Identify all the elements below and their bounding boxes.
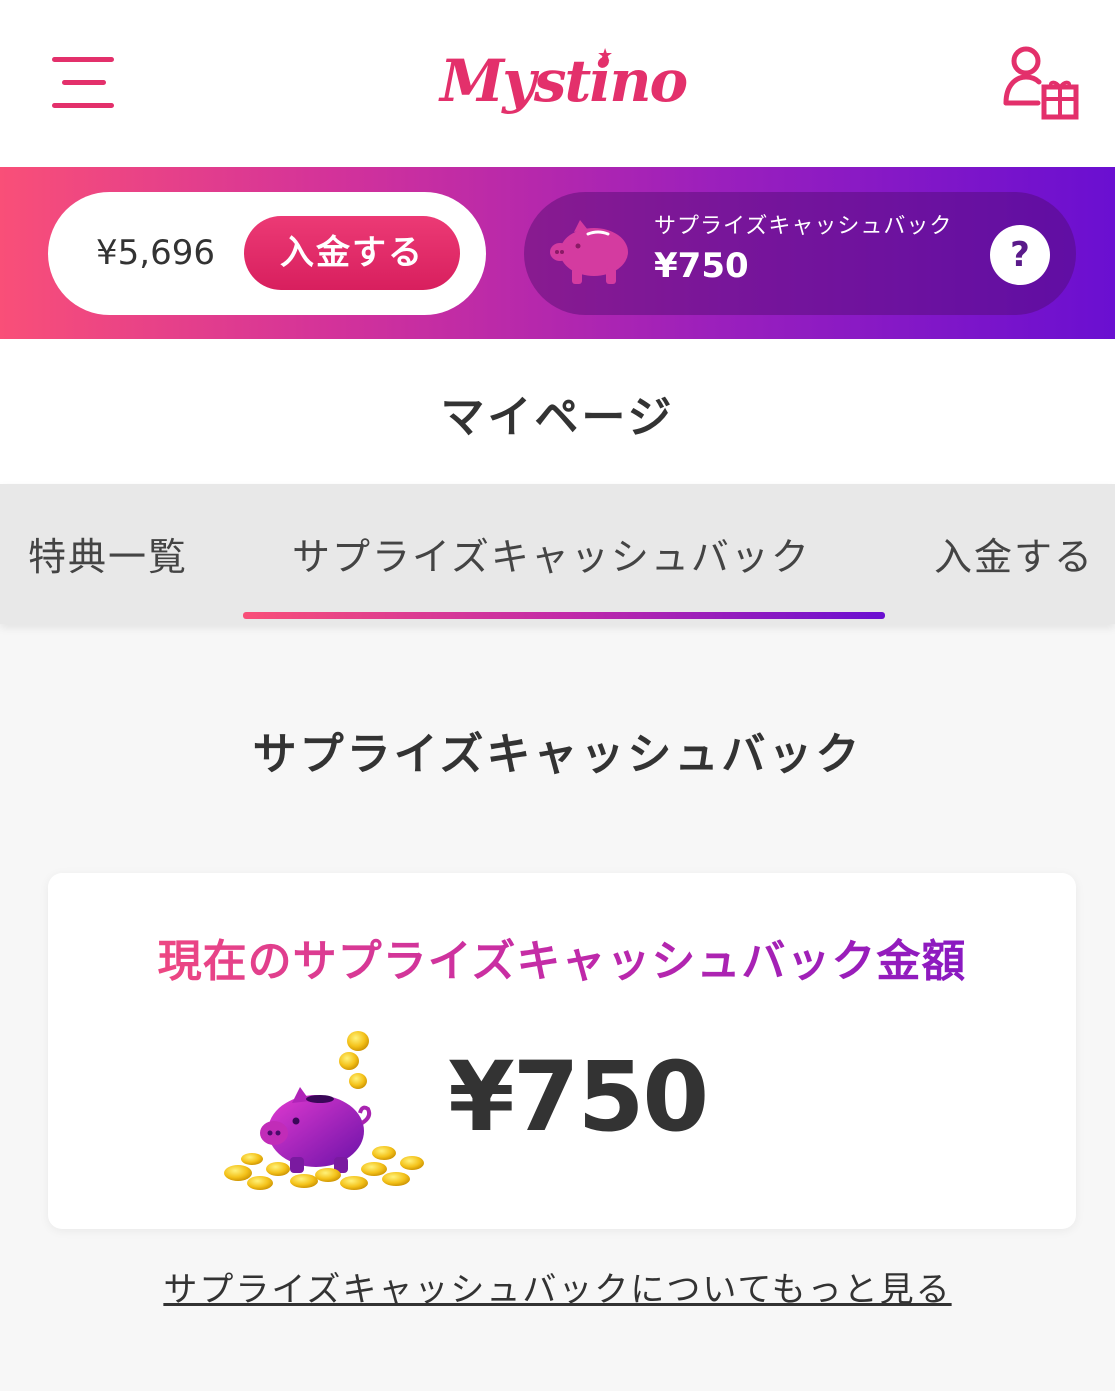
piggy-bank-coins-illustration bbox=[208, 1023, 428, 1193]
active-tab-indicator bbox=[243, 612, 885, 619]
cashback-summary[interactable]: サプライズキャッシュバック ¥750 ? bbox=[524, 192, 1076, 315]
hamburger-menu-icon[interactable] bbox=[52, 57, 116, 109]
balance-banner: ¥5,696 入金する サプライズキャッシュバック ¥750 ? bbox=[0, 167, 1115, 339]
cashback-label: サプライズキャッシュバック bbox=[654, 214, 953, 239]
app-header: ★ Mystino bbox=[0, 0, 1115, 167]
cashback-card-title: 現在のサプライズキャッシュバック金額 bbox=[48, 925, 1076, 989]
learn-more-link[interactable]: サプライズキャッシュバックについてもっと見る bbox=[0, 1262, 1115, 1311]
piggy-bank-icon bbox=[548, 218, 634, 286]
user-gift-icon[interactable] bbox=[1002, 45, 1080, 123]
balance-amount: ¥5,696 bbox=[96, 233, 215, 273]
page-title-bar: マイページ bbox=[0, 339, 1115, 484]
cashback-amount: ¥750 bbox=[654, 246, 749, 286]
tab-surprise-cashback[interactable]: サプライズキャッシュバック bbox=[292, 526, 811, 581]
section-title: サプライズキャッシュバック bbox=[252, 729, 863, 780]
cashback-card: 現在のサプライズキャッシュバック金額 ¥750 bbox=[48, 873, 1076, 1229]
balance-pill: ¥5,696 入金する bbox=[48, 192, 486, 315]
mystino-logo[interactable]: ★ Mystino bbox=[440, 45, 688, 125]
cashback-card-amount: ¥750 bbox=[448, 1041, 709, 1153]
tab-bonus-list[interactable]: 特典一覧 bbox=[28, 526, 188, 581]
tab-deposit[interactable]: 入金する bbox=[934, 526, 1094, 581]
deposit-button[interactable]: 入金する bbox=[244, 216, 460, 290]
help-icon[interactable]: ? bbox=[990, 225, 1050, 285]
logo-text: Mystino bbox=[440, 47, 688, 115]
tab-bar: 特典一覧 サプライズキャッシュバック 入金する bbox=[0, 484, 1115, 624]
page-title: マイページ bbox=[440, 392, 675, 443]
